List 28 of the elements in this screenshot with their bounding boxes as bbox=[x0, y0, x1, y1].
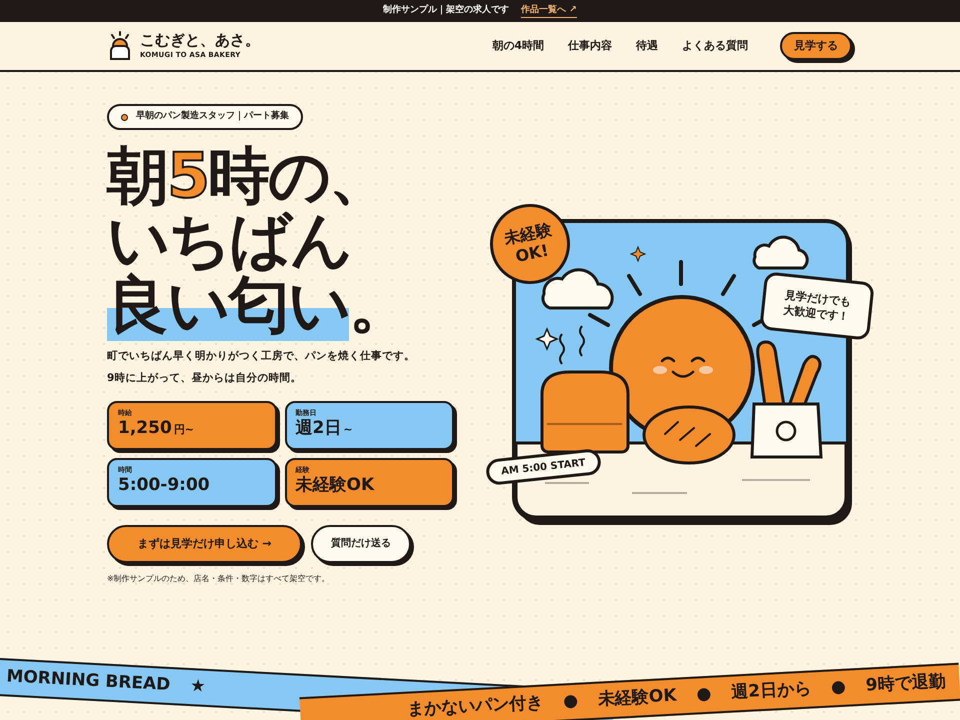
works-link[interactable]: 作品一覧へ ↗ bbox=[521, 4, 577, 18]
card-value: 1,250 円~ bbox=[118, 418, 195, 440]
ribbon-text: 未経験OK bbox=[597, 684, 678, 712]
disclaimer-text: ※制作サンプルのため、店名・条件・数字はすべて架空です。 bbox=[107, 572, 331, 585]
ribbon-text: ● bbox=[696, 683, 712, 707]
ribbon-text: 週2日から bbox=[730, 678, 812, 705]
nav-link[interactable]: 朝の4時間 bbox=[492, 38, 544, 54]
nav-link[interactable]: 仕事内容 bbox=[568, 38, 612, 54]
visit-button[interactable]: 見学する bbox=[780, 32, 852, 60]
ribbon-text: ★ bbox=[190, 675, 206, 700]
card-value: 未経験OK bbox=[296, 475, 376, 497]
ribbon-text: 9時で退勤 bbox=[865, 670, 946, 698]
card-value: 5:00-9:00 bbox=[118, 475, 211, 497]
notice-text: 制作サンプル｜架空の求人です bbox=[383, 4, 510, 18]
ribbon-text: MORNING BREAD bbox=[6, 666, 171, 698]
nav-link[interactable]: よくある質問 bbox=[682, 38, 748, 54]
apply-button[interactable]: まずは見学だけ申し込む → bbox=[107, 524, 302, 563]
tag-text: 早朝のパン製造スタッフ｜パート募集 bbox=[136, 110, 289, 124]
card-value: 週2日~ bbox=[296, 418, 354, 440]
nav-link[interactable]: 待遇 bbox=[636, 38, 658, 54]
logo-name: こむぎと、あさ。 bbox=[140, 31, 260, 50]
ribbon-text: ● bbox=[830, 676, 847, 700]
lead-text: 9時に上がって、昼からは自分の時間。 bbox=[107, 371, 302, 386]
bread-sun-logo-icon bbox=[108, 31, 132, 61]
lead-text: 町でいちばん早く明かりがつく工房で、パンを焼く仕事です。 bbox=[107, 349, 416, 364]
question-button[interactable]: 質問だけ送る bbox=[311, 524, 411, 563]
ribbon-text: まかないパン付き bbox=[406, 692, 544, 720]
ribbon-text: ● bbox=[562, 690, 579, 714]
